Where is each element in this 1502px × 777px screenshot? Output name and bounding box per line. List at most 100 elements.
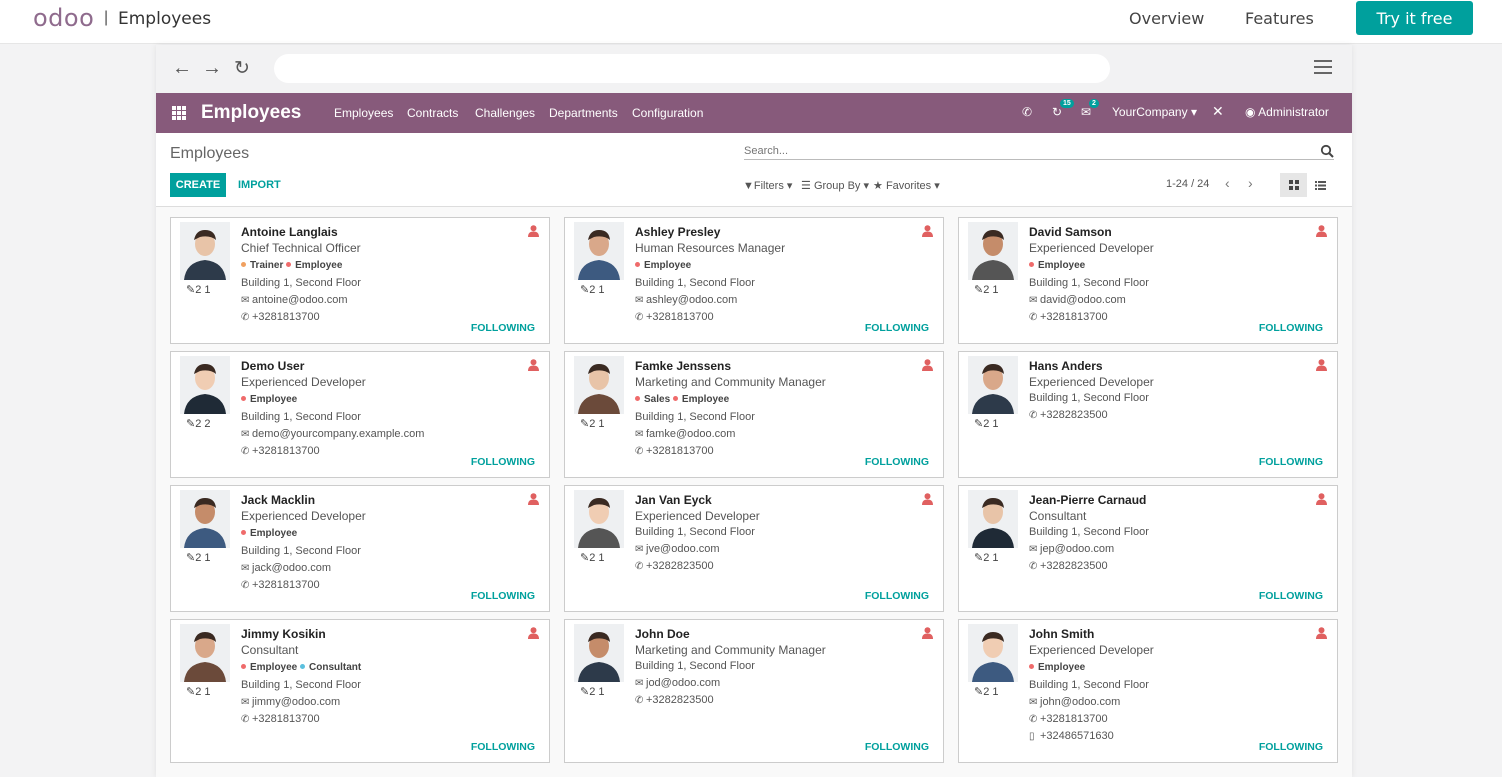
employee-photo[interactable]: [569, 624, 628, 682]
employee-stats[interactable]: ✎2 2: [186, 417, 211, 430]
menu-employees[interactable]: Employees: [334, 106, 393, 120]
employee-name[interactable]: Famke Jenssens: [635, 359, 915, 374]
user-status-icon[interactable]: [528, 359, 539, 371]
employee-card[interactable]: ✎2 1 Antoine Langlais Chief Technical Offi…: [170, 217, 550, 344]
company-switcher[interactable]: YourCompany ▾: [1112, 105, 1197, 119]
search-icon[interactable]: [1320, 144, 1334, 158]
user-status-icon[interactable]: [1316, 359, 1327, 371]
employee-photo[interactable]: [175, 356, 234, 414]
pager-value[interactable]: 1-24 / 24: [1166, 178, 1209, 190]
user-status-icon[interactable]: [528, 627, 539, 639]
employee-stats[interactable]: ✎2 1: [974, 685, 999, 698]
employee-photo[interactable]: [963, 356, 1022, 414]
employee-email-line[interactable]: ✉ ashley@odoo.com: [635, 292, 915, 309]
employee-stats[interactable]: ✎2 1: [974, 283, 999, 296]
following-button[interactable]: FOLLOWING: [1259, 590, 1323, 602]
employee-email-line[interactable]: ✉ john@odoo.com: [1029, 694, 1309, 711]
employee-photo[interactable]: [963, 490, 1022, 548]
employee-email-line[interactable]: ✉ david@odoo.com: [1029, 292, 1309, 309]
employee-card[interactable]: ✎2 1 Jimmy Kosikin Consultant Employee Cons…: [170, 619, 550, 763]
employee-photo[interactable]: [175, 222, 234, 280]
employee-photo[interactable]: [963, 624, 1022, 682]
filters-dropdown[interactable]: ▼Filters ▾: [743, 179, 792, 192]
employee-name[interactable]: Jan Van Eyck: [635, 493, 915, 508]
employee-stats[interactable]: ✎2 1: [186, 551, 211, 564]
employee-phone-line[interactable]: ✆ +3281813700: [1029, 711, 1309, 728]
employee-name[interactable]: Hans Anders: [1029, 359, 1309, 374]
employee-card[interactable]: ✎2 1 John Doe Marketing and Community Mana…: [564, 619, 944, 763]
employee-card[interactable]: ✎2 1 Ashley Presley Human Resources Manage…: [564, 217, 944, 344]
nav-overview-link[interactable]: Overview: [1129, 9, 1204, 28]
menu-contracts[interactable]: Contracts: [407, 106, 458, 120]
import-button[interactable]: IMPORT: [238, 179, 281, 191]
user-status-icon[interactable]: [922, 225, 933, 237]
employee-stats[interactable]: ✎2 1: [580, 551, 605, 564]
debug-tools-icon[interactable]: ✕: [1212, 103, 1224, 120]
user-status-icon[interactable]: [528, 493, 539, 505]
nav-features-link[interactable]: Features: [1245, 9, 1314, 28]
forward-arrow-icon[interactable]: →: [202, 57, 222, 80]
messages-chat-icon[interactable]: ✉ 2: [1081, 99, 1099, 119]
employee-stats[interactable]: ✎2 1: [580, 417, 605, 430]
employee-name[interactable]: Ashley Presley: [635, 225, 915, 240]
employee-name[interactable]: Jack Macklin: [241, 493, 521, 508]
employee-name[interactable]: David Samson: [1029, 225, 1309, 240]
apps-grid-icon[interactable]: [172, 106, 186, 120]
following-button[interactable]: FOLLOWING: [865, 322, 929, 334]
menu-departments[interactable]: Departments: [549, 106, 618, 120]
employee-photo[interactable]: [569, 222, 628, 280]
employee-photo[interactable]: [569, 490, 628, 548]
address-bar[interactable]: [274, 54, 1110, 83]
user-status-icon[interactable]: [528, 225, 539, 237]
following-button[interactable]: FOLLOWING: [1259, 741, 1323, 753]
employee-name[interactable]: Demo User: [241, 359, 521, 374]
pager-previous-icon[interactable]: ‹: [1225, 175, 1230, 191]
pager-next-icon[interactable]: ›: [1248, 175, 1253, 191]
browser-menu-icon[interactable]: [1314, 60, 1332, 74]
following-button[interactable]: FOLLOWING: [471, 741, 535, 753]
user-status-icon[interactable]: [1316, 225, 1327, 237]
employee-stats[interactable]: ✎2 1: [974, 417, 999, 430]
following-button[interactable]: FOLLOWING: [1259, 322, 1323, 334]
employee-card[interactable]: ✎2 2 Demo User Experienced Developer Employ…: [170, 351, 550, 478]
employee-phone-line[interactable]: ✆ +3281813700: [241, 711, 521, 728]
employee-card[interactable]: ✎2 1 Hans Anders Experienced Developer Buil…: [958, 351, 1338, 478]
employee-phone-line[interactable]: ✆ +3282823500: [1029, 407, 1309, 424]
following-button[interactable]: FOLLOWING: [471, 456, 535, 468]
search-input[interactable]: [744, 143, 1304, 159]
back-arrow-icon[interactable]: ←: [172, 57, 192, 80]
employee-card[interactable]: ✎2 1 Jan Van Eyck Experienced Developer Bui…: [564, 485, 944, 612]
employee-phone-line[interactable]: ✆ +3282823500: [635, 558, 915, 575]
try-it-free-button[interactable]: Try it free: [1356, 1, 1473, 35]
user-menu[interactable]: ◉ Administrator: [1245, 105, 1329, 119]
employee-card[interactable]: ✎2 1 John Smith Experienced Developer Emplo…: [958, 619, 1338, 763]
employee-email-line[interactable]: ✉ jod@odoo.com: [635, 675, 915, 692]
user-status-icon[interactable]: [922, 627, 933, 639]
employee-name[interactable]: Jean-Pierre Carnaud: [1029, 493, 1309, 508]
list-view-button[interactable]: [1307, 173, 1334, 197]
employee-email-line[interactable]: ✉ jve@odoo.com: [635, 541, 915, 558]
employee-email-line[interactable]: ✉ jep@odoo.com: [1029, 541, 1309, 558]
reload-icon[interactable]: ↻: [234, 57, 250, 80]
user-status-icon[interactable]: [1316, 493, 1327, 505]
employee-email-line[interactable]: ✉ antoine@odoo.com: [241, 292, 521, 309]
kanban-view-button[interactable]: [1280, 173, 1307, 197]
employee-stats[interactable]: ✎2 1: [186, 685, 211, 698]
group-by-dropdown[interactable]: ☰ Group By ▾: [801, 179, 869, 192]
employee-stats[interactable]: ✎2 1: [186, 283, 211, 296]
employee-phone-line[interactable]: ✆ +3282823500: [1029, 558, 1309, 575]
employee-stats[interactable]: ✎2 1: [580, 283, 605, 296]
employee-email-line[interactable]: ✉ jimmy@odoo.com: [241, 694, 521, 711]
employee-stats[interactable]: ✎2 1: [974, 551, 999, 564]
employee-card[interactable]: ✎2 1 Jack Macklin Experienced Developer Emp…: [170, 485, 550, 612]
employee-photo[interactable]: [175, 490, 234, 548]
following-button[interactable]: FOLLOWING: [1259, 456, 1323, 468]
employee-email-line[interactable]: ✉ jack@odoo.com: [241, 560, 521, 577]
following-button[interactable]: FOLLOWING: [865, 741, 929, 753]
employee-card[interactable]: ✎2 1 Famke Jenssens Marketing and Communit…: [564, 351, 944, 478]
user-status-icon[interactable]: [1316, 627, 1327, 639]
employee-name[interactable]: John Smith: [1029, 627, 1309, 642]
employee-phone-line[interactable]: ✆ +3282823500: [635, 692, 915, 709]
employee-name[interactable]: John Doe: [635, 627, 915, 642]
employee-name[interactable]: Jimmy Kosikin: [241, 627, 521, 642]
